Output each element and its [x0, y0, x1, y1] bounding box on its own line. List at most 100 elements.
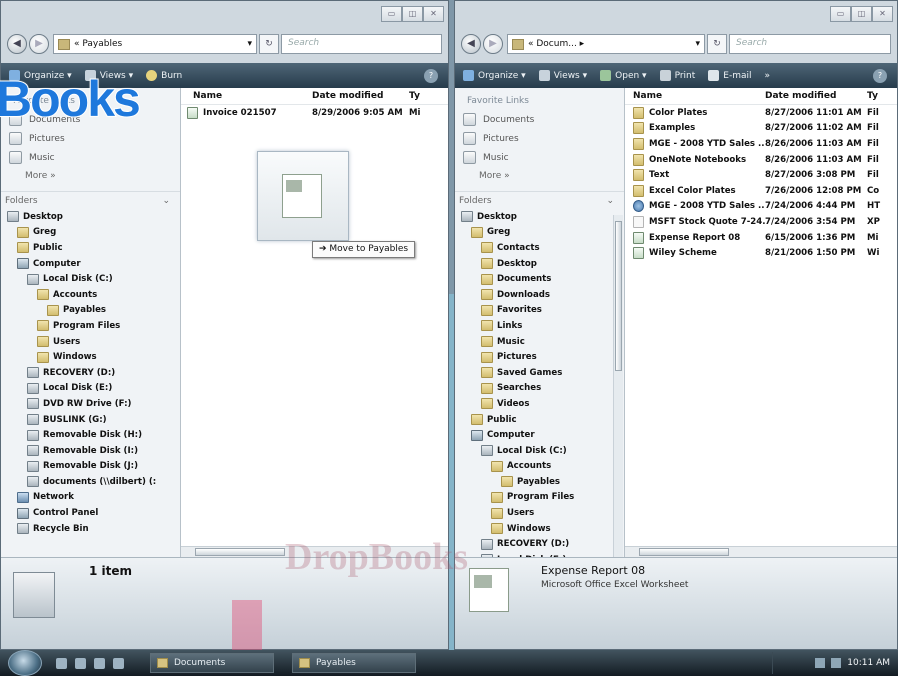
- tree-item[interactable]: Contacts: [455, 240, 624, 256]
- browser-icon[interactable]: [94, 657, 105, 669]
- tree-item[interactable]: Payables: [455, 474, 624, 490]
- tree-item[interactable]: Network: [1, 490, 180, 506]
- more-links[interactable]: More »: [455, 167, 624, 191]
- file-row[interactable]: Color Plates 8/27/2006 11:01 AM Fil: [625, 105, 897, 121]
- refresh-button[interactable]: ↻: [707, 34, 727, 54]
- address-bar[interactable]: « Payables ▾: [53, 34, 257, 54]
- vertical-scrollbar[interactable]: [613, 215, 623, 575]
- favorite-link-pictures[interactable]: Pictures: [455, 129, 624, 148]
- column-date-modified[interactable]: Date modified: [765, 91, 867, 101]
- tree-item[interactable]: Greg: [455, 225, 624, 241]
- tree-item[interactable]: Accounts: [1, 287, 180, 303]
- tree-item[interactable]: Desktop: [455, 256, 624, 272]
- column-name[interactable]: Name: [181, 91, 312, 101]
- folders-header[interactable]: Folders ⌄: [455, 191, 624, 209]
- documents-explorer-window[interactable]: ▭ ◫ ✕ ◀ ▶ « Docum... ▸ ▾ ↻ Search Organi…: [454, 0, 898, 650]
- forward-button[interactable]: ▶: [29, 34, 49, 54]
- tree-item[interactable]: documents (\\dilbert) (:: [1, 474, 180, 490]
- tree-item[interactable]: Control Panel: [1, 505, 180, 521]
- tree-item[interactable]: Windows: [455, 521, 624, 537]
- tree-item[interactable]: Local Disk (C:): [1, 271, 180, 287]
- open-button[interactable]: Open ▾: [600, 70, 647, 81]
- tree-item[interactable]: Public: [1, 240, 180, 256]
- file-row[interactable]: Excel Color Plates 7/26/2006 12:08 PM Co: [625, 183, 897, 199]
- favorite-link-documents[interactable]: Documents: [455, 110, 624, 129]
- scroll-thumb[interactable]: [639, 548, 729, 556]
- file-row[interactable]: MGE - 2008 YTD Sales ... 8/26/2006 11:03 …: [625, 136, 897, 152]
- tree-item[interactable]: Pictures: [455, 349, 624, 365]
- file-row[interactable]: Expense Report 08 6/15/2006 1:36 PM Mi: [625, 230, 897, 246]
- overflow-button[interactable]: »: [764, 71, 770, 81]
- tree-item[interactable]: Recycle Bin: [1, 521, 180, 537]
- help-icon[interactable]: ?: [424, 68, 438, 83]
- start-button[interactable]: [8, 650, 42, 676]
- close-button[interactable]: ✕: [423, 6, 444, 22]
- file-row[interactable]: MGE - 2008 YTD Sales ... 7/24/2006 4:44 P…: [625, 199, 897, 215]
- more-links[interactable]: More »: [1, 167, 180, 191]
- tree-item[interactable]: Program Files: [1, 318, 180, 334]
- views-button[interactable]: Views ▾: [538, 70, 587, 81]
- show-desktop-icon[interactable]: [56, 657, 67, 669]
- file-row[interactable]: Examples 8/27/2006 11:02 AM Fil: [625, 121, 897, 137]
- tree-item[interactable]: Accounts: [455, 459, 624, 475]
- organize-button[interactable]: Organize ▾: [463, 70, 526, 81]
- tree-item[interactable]: Favorites: [455, 303, 624, 319]
- tree-item[interactable]: DVD RW Drive (F:): [1, 396, 180, 412]
- tree-item[interactable]: Computer: [455, 427, 624, 443]
- tree-item[interactable]: Local Disk (C:): [455, 443, 624, 459]
- close-button[interactable]: ✕: [872, 6, 893, 22]
- file-row[interactable]: Text 8/27/2006 3:08 PM Fil: [625, 167, 897, 183]
- scroll-thumb[interactable]: [615, 221, 622, 371]
- file-row[interactable]: Wiley Scheme 8/21/2006 1:50 PM Wi: [625, 245, 897, 261]
- search-input[interactable]: Search: [729, 34, 891, 54]
- file-row[interactable]: OneNote Notebooks 8/26/2006 11:03 AM Fil: [625, 152, 897, 168]
- favorite-link-pictures[interactable]: Pictures: [1, 129, 180, 148]
- clock[interactable]: 10:11 AM: [847, 658, 890, 668]
- horizontal-scrollbar[interactable]: [625, 546, 897, 557]
- tree-item[interactable]: Computer: [1, 256, 180, 272]
- tree-item[interactable]: Links: [455, 318, 624, 334]
- back-button[interactable]: ◀: [461, 34, 481, 54]
- tree-item[interactable]: Payables: [1, 303, 180, 319]
- tree-item[interactable]: Desktop: [455, 209, 624, 225]
- help-icon[interactable]: ?: [873, 68, 887, 83]
- column-date-modified[interactable]: Date modified: [312, 91, 409, 101]
- chevron-down-icon[interactable]: ▾: [695, 39, 700, 49]
- media-icon[interactable]: [113, 657, 124, 669]
- tree-item[interactable]: Public: [455, 412, 624, 428]
- favorite-link-music[interactable]: Music: [1, 148, 180, 167]
- tree-item[interactable]: Users: [455, 505, 624, 521]
- horizontal-scrollbar[interactable]: [181, 546, 448, 557]
- tree-item[interactable]: BUSLINK (G:): [1, 412, 180, 428]
- scroll-thumb[interactable]: [195, 548, 285, 556]
- email-button[interactable]: E-mail: [708, 70, 751, 81]
- volume-icon[interactable]: [831, 658, 842, 668]
- chevron-down-icon[interactable]: ▾: [247, 39, 252, 49]
- tree-item[interactable]: Greg: [1, 225, 180, 241]
- tree-item[interactable]: Documents: [455, 271, 624, 287]
- back-button[interactable]: ◀: [7, 34, 27, 54]
- minimize-button[interactable]: ▭: [381, 6, 402, 22]
- favorite-link-music[interactable]: Music: [455, 148, 624, 167]
- column-name[interactable]: Name: [625, 91, 765, 101]
- tree-item[interactable]: RECOVERY (D:): [1, 365, 180, 381]
- minimize-button[interactable]: ▭: [830, 6, 851, 22]
- network-icon[interactable]: [815, 658, 826, 668]
- file-row[interactable]: MSFT Stock Quote 7-24... 7/24/2006 3:54 P…: [625, 214, 897, 230]
- tree-item[interactable]: Desktop: [1, 209, 180, 225]
- burn-button[interactable]: Burn: [146, 70, 182, 81]
- file-row[interactable]: Invoice 021507 8/29/2006 9:05 AM Mi: [181, 105, 448, 121]
- tree-item[interactable]: Removable Disk (I:): [1, 443, 180, 459]
- tree-item[interactable]: Searches: [455, 381, 624, 397]
- print-button[interactable]: Print: [659, 70, 695, 81]
- taskbar-button-documents[interactable]: Documents: [150, 653, 274, 673]
- address-bar[interactable]: « Docum... ▸ ▾: [507, 34, 705, 54]
- tree-item[interactable]: Music: [455, 334, 624, 350]
- maximize-button[interactable]: ◫: [851, 6, 872, 22]
- folders-header[interactable]: Folders ⌄: [1, 191, 180, 209]
- maximize-button[interactable]: ◫: [402, 6, 423, 22]
- tree-item[interactable]: Downloads: [455, 287, 624, 303]
- tree-item[interactable]: Removable Disk (H:): [1, 427, 180, 443]
- switch-windows-icon[interactable]: [75, 657, 86, 669]
- tree-item[interactable]: Local Disk (E:): [1, 381, 180, 397]
